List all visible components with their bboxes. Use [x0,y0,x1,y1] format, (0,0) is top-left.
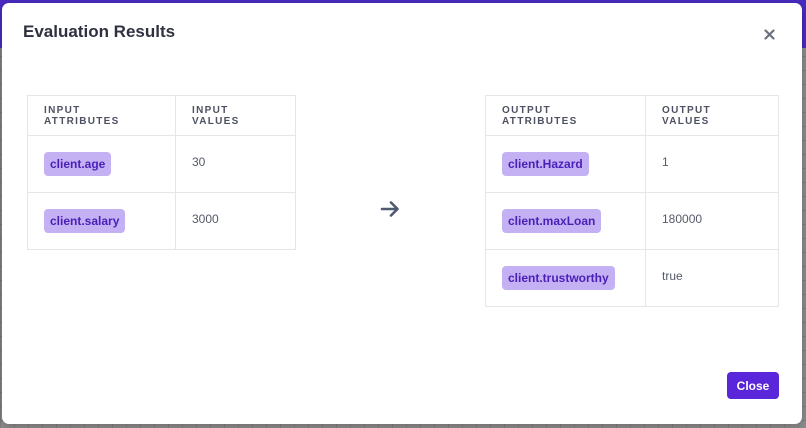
table-header-row: Input Attributes Input Values [27,95,296,136]
close-icon[interactable] [760,25,778,43]
output-attributes-table: Output Attributes Output Values client.H… [485,95,779,307]
table-row: client.trustworthy true [485,249,779,307]
table-header-row: Output Attributes Output Values [485,95,779,136]
column-header-input-values: Input Values [175,95,296,136]
attribute-cell: client.trustworthy [485,249,646,307]
table-row: client.Hazard 1 [485,135,779,193]
value-cell: 30 [175,135,296,193]
table-row: client.salary 3000 [27,192,296,250]
attribute-chip: client.salary [44,209,126,233]
column-header-output-attributes: Output Attributes [485,95,646,136]
attribute-chip: client.trustworthy [502,266,615,290]
table-row: client.age 30 [27,135,296,193]
attribute-cell: client.salary [27,192,176,250]
column-header-input-attributes: Input Attributes [27,95,176,136]
column-header-output-values: Output Values [645,95,779,136]
input-attributes-table: Input Attributes Input Values client.age… [27,95,296,250]
attribute-chip: client.maxLoan [502,209,602,233]
value-cell: true [645,249,779,307]
dialog-title: Evaluation Results [23,22,176,41]
value-cell: 180000 [645,192,779,250]
value-cell: 3000 [175,192,296,250]
attribute-cell: client.age [27,135,176,193]
arrow-right-icon [380,201,399,217]
attribute-cell: client.maxLoan [485,192,646,250]
value-cell: 1 [645,135,779,193]
evaluation-results-dialog: Evaluation Results Input Attributes Inpu… [2,3,802,424]
attribute-cell: client.Hazard [485,135,646,193]
attribute-chip: client.age [44,152,112,176]
close-button[interactable]: Close [727,372,779,399]
table-row: client.maxLoan 180000 [485,192,779,250]
attribute-chip: client.Hazard [502,152,589,176]
